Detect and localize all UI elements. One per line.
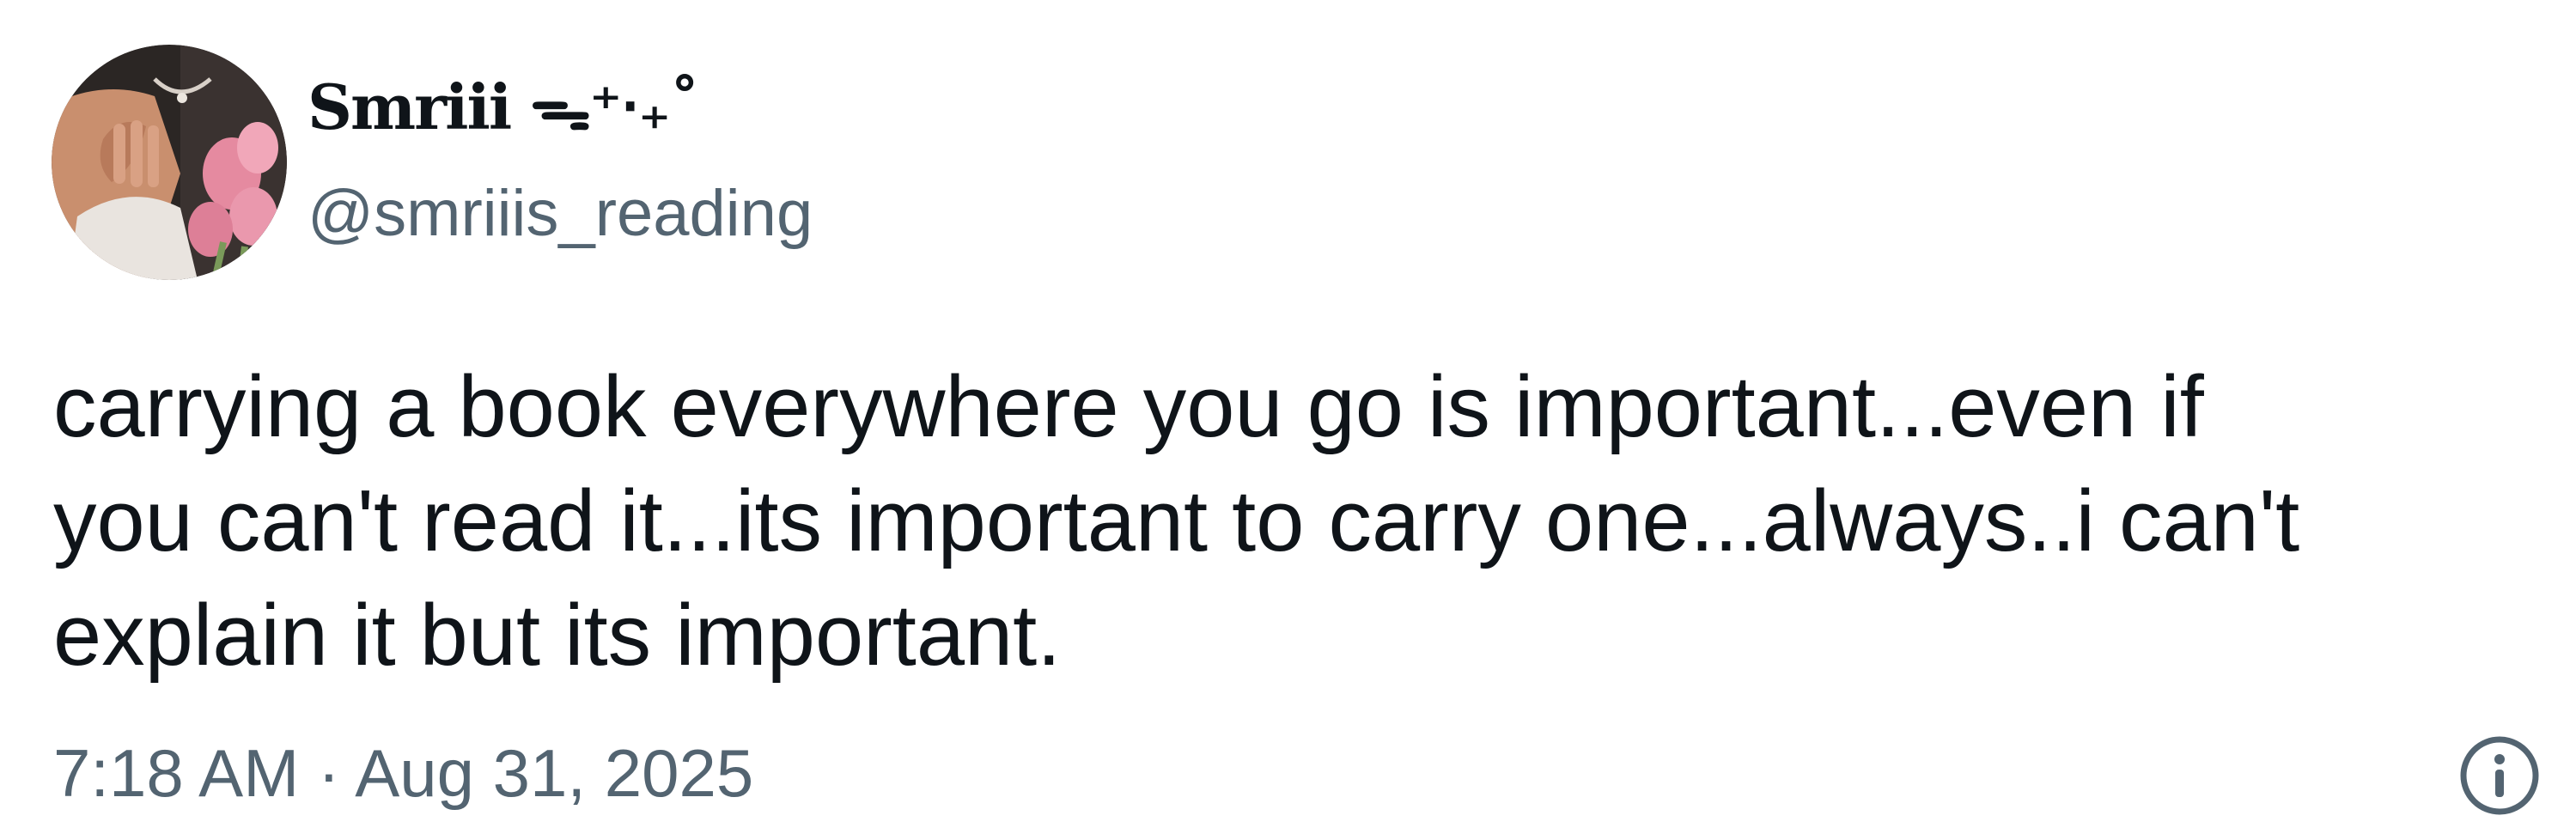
tweet-timestamp[interactable]: 7:18 AM · Aug 31, 2025 [53,732,753,814]
info-icon [2460,736,2539,815]
author-handle[interactable]: @smriiis_reading [308,175,813,253]
tweet-text: carrying a book everywhere you go is imp… [53,359,2300,684]
avatar-photo [52,45,287,280]
author-display-name[interactable]: Smriii ᯓ⁺‧₊˚ [308,69,700,146]
tweet-card: Smriii ᯓ⁺‧₊˚ @smriiis_reading carrying a… [0,0,2576,840]
info-button[interactable] [2459,735,2540,816]
avatar[interactable] [52,45,287,280]
